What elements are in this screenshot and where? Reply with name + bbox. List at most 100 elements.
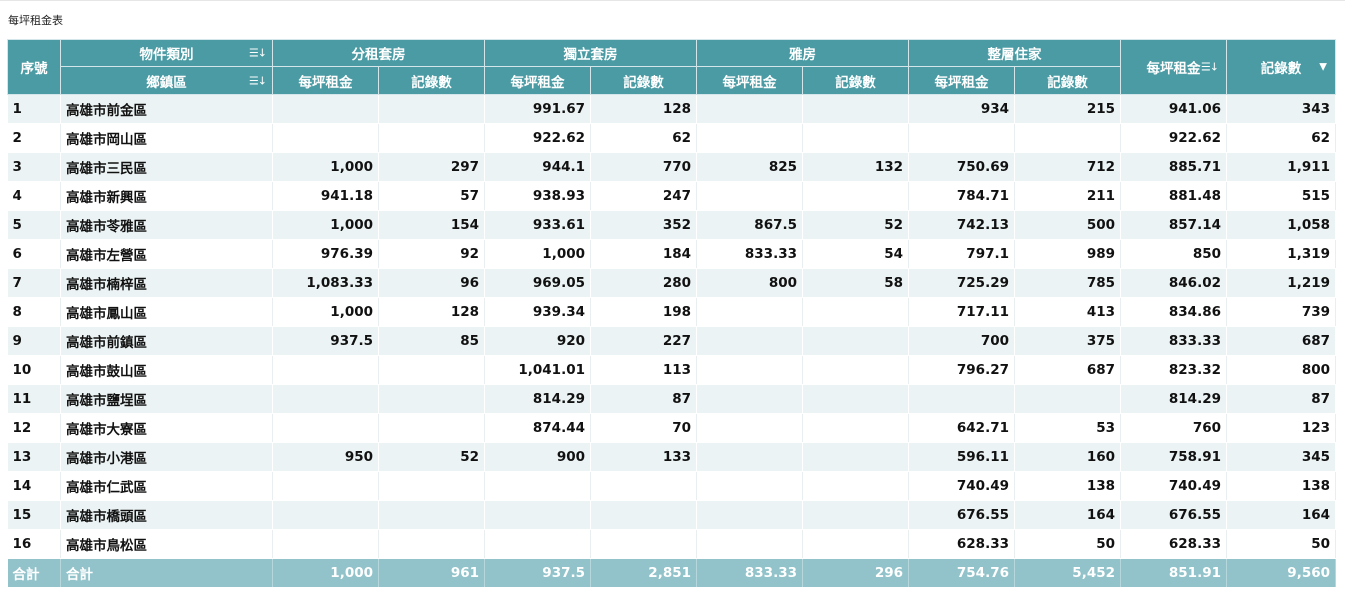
value-cell: 132	[802, 152, 909, 182]
header-count: 記錄數	[590, 66, 697, 95]
total-row: 合計 合計 1,000 961 937.5 2,851 833.33 296 7…	[7, 558, 1336, 587]
district-cell: 高雄市大寮區	[60, 413, 273, 443]
header-index: 序號	[7, 39, 61, 95]
value-cell: 796.27	[908, 355, 1015, 385]
value-cell	[272, 529, 379, 559]
value-cell: 825	[696, 152, 803, 182]
header-total-count-label: 記錄數	[1260, 61, 1302, 77]
total-cell: 296	[802, 558, 909, 587]
value-cell: 700	[908, 326, 1015, 356]
total-cell: 833.33	[696, 558, 803, 587]
value-cell: 50	[1014, 529, 1121, 559]
value-cell: 123	[1226, 413, 1336, 443]
value-cell	[1014, 384, 1121, 414]
row-index: 8	[7, 297, 61, 327]
value-cell: 814.29	[1120, 384, 1227, 414]
table-row: 14 高雄市仁武區 740.49 138 740.49 138	[7, 471, 1336, 501]
value-cell: 413	[1014, 297, 1121, 327]
value-cell	[272, 500, 379, 530]
header-total-rent-label: 每坪租金	[1146, 61, 1201, 77]
value-cell	[696, 355, 803, 385]
value-cell: 867.5	[696, 210, 803, 240]
value-cell: 133	[590, 442, 697, 472]
table-row: 13 高雄市小港區 950 52 900 133 596.11 160 758.91 345	[7, 442, 1336, 472]
value-cell	[484, 529, 591, 559]
value-cell: 1,000	[272, 297, 379, 327]
header-category[interactable]: 物件類別 ☰↓	[60, 39, 273, 67]
district-cell: 高雄市新興區	[60, 181, 273, 211]
header-total-count[interactable]: 記錄數 ▼	[1226, 39, 1336, 95]
row-index: 14	[7, 471, 61, 501]
value-cell	[272, 94, 379, 124]
value-cell	[908, 123, 1015, 153]
value-cell: 138	[1014, 471, 1121, 501]
value-cell: 920	[484, 326, 591, 356]
value-cell: 1,083.33	[272, 268, 379, 298]
filter-icon[interactable]: ▼	[1319, 62, 1327, 73]
district-cell: 高雄市三民區	[60, 152, 273, 182]
value-cell	[696, 94, 803, 124]
value-cell: 128	[590, 94, 697, 124]
sort-icon[interactable]: ☰↓	[1201, 61, 1219, 74]
value-cell	[590, 529, 697, 559]
value-cell: 154	[378, 210, 485, 240]
total-cell: 851.91	[1120, 558, 1227, 587]
value-cell: 1,000	[272, 210, 379, 240]
row-index: 7	[7, 268, 61, 298]
row-index: 3	[7, 152, 61, 182]
header-group-studio: 獨立套房	[484, 39, 697, 67]
value-cell: 54	[802, 239, 909, 269]
top-border	[0, 0, 1345, 1]
sort-icon[interactable]: ☰↓	[249, 74, 267, 87]
value-cell: 87	[590, 384, 697, 414]
district-cell: 高雄市小港區	[60, 442, 273, 472]
value-cell: 92	[378, 239, 485, 269]
header-total-rent[interactable]: 每坪租金 ☰↓	[1120, 39, 1227, 95]
total-cell: 9,560	[1226, 558, 1336, 587]
header-group-shared-suite: 分租套房	[272, 39, 485, 67]
value-cell: 227	[590, 326, 697, 356]
report-title: 每坪租金表	[8, 14, 63, 27]
total-cell: 1,000	[272, 558, 379, 587]
row-index: 6	[7, 239, 61, 269]
row-index: 9	[7, 326, 61, 356]
value-cell	[378, 413, 485, 443]
value-cell	[378, 471, 485, 501]
value-cell: 676.55	[1120, 500, 1227, 530]
value-cell: 750.69	[908, 152, 1015, 182]
value-cell: 687	[1014, 355, 1121, 385]
table-row: 6 高雄市左營區 976.39 92 1,000 184 833.33 54 797.1 989 8…	[7, 239, 1336, 269]
table-row: 10 高雄市鼓山區 1,041.01 113 796.27 687 823.32 800	[7, 355, 1336, 385]
value-cell	[590, 500, 697, 530]
row-index: 2	[7, 123, 61, 153]
value-cell: 941.18	[272, 181, 379, 211]
value-cell	[696, 181, 803, 211]
value-cell	[696, 384, 803, 414]
table-row: 7 高雄市楠梓區 1,083.33 96 969.05 280 800 58 725.29 785…	[7, 268, 1336, 298]
value-cell: 50	[1226, 529, 1336, 559]
district-cell: 高雄市岡山區	[60, 123, 273, 153]
value-cell: 900	[484, 442, 591, 472]
value-cell: 58	[802, 268, 909, 298]
value-cell: 52	[802, 210, 909, 240]
value-cell	[908, 384, 1015, 414]
value-cell: 881.48	[1120, 181, 1227, 211]
header-rent: 每坪租金	[272, 66, 379, 95]
district-cell: 高雄市鼓山區	[60, 355, 273, 385]
sort-icon[interactable]: ☰↓	[249, 47, 267, 60]
district-cell: 高雄市仁武區	[60, 471, 273, 501]
value-cell	[590, 471, 697, 501]
row-index: 1	[7, 94, 61, 124]
value-cell: 969.05	[484, 268, 591, 298]
value-cell	[696, 297, 803, 327]
header-district[interactable]: 鄉鎮區 ☰↓	[60, 66, 273, 95]
value-cell: 515	[1226, 181, 1336, 211]
value-cell: 62	[590, 123, 697, 153]
value-cell: 628.33	[908, 529, 1015, 559]
value-cell	[484, 471, 591, 501]
header-group-whole-floor: 整層住家	[908, 39, 1121, 67]
value-cell	[802, 500, 909, 530]
value-cell: 164	[1014, 500, 1121, 530]
value-cell	[802, 94, 909, 124]
value-cell	[1014, 123, 1121, 153]
